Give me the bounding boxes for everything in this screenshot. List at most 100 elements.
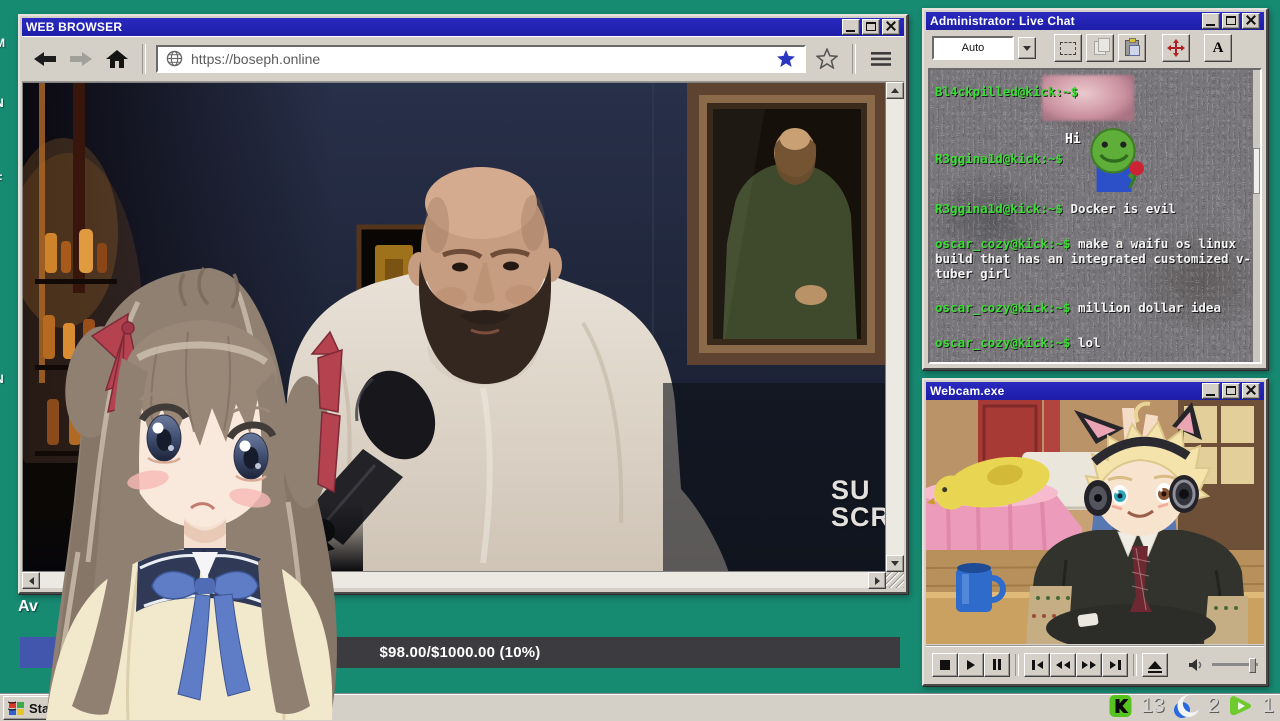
toolbar-separator	[142, 44, 146, 74]
system-tray: 13 2 1	[1108, 691, 1274, 721]
start-button[interactable]: Start	[3, 696, 67, 720]
font-size-dropdown[interactable]: Auto	[932, 36, 1014, 60]
url-text: https://boseph.online	[191, 51, 768, 67]
chat-message: oscar_cozy@kick:~$ lol	[935, 335, 1257, 350]
progress-text: $98.00/$1000.00 (10%)	[380, 644, 541, 661]
font-button[interactable]: A	[1204, 34, 1232, 62]
donation-progress-bar: $98.00/$1000.00 (10%)	[20, 637, 900, 668]
chat-message: oscar_cozy@kick:~$ make a waifu os linux…	[935, 236, 1257, 281]
webcam-titlebar[interactable]: Webcam.exe	[926, 382, 1264, 400]
chat-message: oscar_cozy@kick:~$ million dollar idea	[935, 300, 1257, 315]
horizontal-scrollbar[interactable]	[22, 572, 886, 588]
vtuber-webcam-scene	[926, 400, 1264, 644]
chat-log[interactable]: (`[ \+\yy-{[%,^][)']}[,|. ,.*=.]{{y} "|+…	[928, 68, 1262, 364]
vertical-scrollbar[interactable]	[886, 82, 904, 572]
skip-start-button[interactable]	[1024, 653, 1050, 677]
browser-toolbar: https://boseph.online	[22, 36, 904, 82]
toolbar-separator	[852, 44, 856, 74]
bookmark-star-icon[interactable]	[776, 49, 796, 68]
chat-titlebar[interactable]: Administrator: Live Chat	[926, 12, 1264, 30]
chat-window: Administrator: Live Chat Auto A (`[ \+\y…	[922, 8, 1268, 370]
viewer-count: 1	[1262, 694, 1274, 718]
pause-button[interactable]	[984, 653, 1010, 677]
scroll-up-icon[interactable]	[886, 82, 904, 99]
minimize-icon[interactable]	[1202, 383, 1220, 399]
fast-forward-button[interactable]	[1076, 653, 1102, 677]
controls-separator	[1015, 654, 1019, 676]
viewer-count: 13	[1141, 694, 1164, 718]
minimize-icon[interactable]	[1202, 13, 1220, 29]
play-icon	[967, 660, 975, 670]
globe-icon	[166, 50, 183, 67]
maximize-icon[interactable]	[862, 19, 880, 35]
taskbar: Start 13 2 1	[0, 694, 1280, 721]
moon-icon[interactable]	[1173, 694, 1200, 719]
close-icon[interactable]	[882, 19, 900, 35]
rumble-icon[interactable]	[1227, 694, 1254, 718]
desktop-icon-label-fragment: N	[0, 372, 4, 386]
marquee-select-icon	[1060, 42, 1076, 55]
forward-button[interactable]	[66, 45, 96, 73]
window-resize-grip[interactable]	[886, 572, 904, 588]
hamburger-menu-icon	[869, 50, 893, 68]
webcam-title: Webcam.exe	[930, 384, 1202, 398]
webcam-feed[interactable]	[926, 400, 1264, 644]
windows-logo-icon	[8, 701, 25, 716]
volume-slider[interactable]	[1212, 663, 1258, 666]
media-controls	[926, 646, 1264, 682]
close-icon[interactable]	[1242, 383, 1260, 399]
browser-window: WEB BROWSER https://boseph.online SU SC	[18, 14, 908, 594]
speaker-icon	[1188, 658, 1204, 672]
menu-button[interactable]	[866, 45, 896, 73]
browser-titlebar[interactable]: WEB BROWSER	[22, 18, 904, 36]
maximize-icon[interactable]	[1222, 13, 1240, 29]
select-tool-button[interactable]	[1054, 34, 1082, 62]
desktop-icon-label-fragment: F	[0, 172, 2, 186]
scroll-right-icon[interactable]	[868, 572, 886, 589]
chat-scroll-thumb[interactable]	[1253, 148, 1260, 194]
back-button[interactable]	[30, 45, 60, 73]
rewind-button[interactable]	[1050, 653, 1076, 677]
star-outline-icon	[816, 48, 838, 69]
close-icon[interactable]	[1242, 13, 1260, 29]
eject-button[interactable]	[1142, 653, 1168, 677]
home-icon	[105, 49, 129, 69]
volume-thumb[interactable]	[1249, 658, 1256, 673]
url-field[interactable]: https://boseph.online	[156, 45, 806, 73]
maximize-icon[interactable]	[1222, 383, 1240, 399]
copy-icon	[1094, 41, 1106, 55]
progress-fill	[20, 637, 108, 668]
chat-toolbar: Auto A	[926, 30, 1264, 66]
video-player[interactable]: SU SCRI	[22, 82, 886, 572]
move-arrows-icon	[1167, 39, 1185, 57]
eject-icon	[1148, 661, 1162, 669]
home-button[interactable]	[102, 45, 132, 73]
scroll-left-icon[interactable]	[22, 572, 40, 589]
chat-scrollbar[interactable]	[1253, 70, 1260, 362]
desktop-icon-label-fragment: N	[0, 96, 4, 110]
desktop-icon-label-fragment: M	[0, 36, 5, 50]
paste-button[interactable]	[1118, 34, 1146, 62]
portrait-painting	[687, 83, 886, 365]
back-arrow-icon	[32, 50, 58, 68]
controls-separator	[1133, 654, 1137, 676]
skip-end-button[interactable]	[1102, 653, 1128, 677]
chat-message: R3ggina1d@kick:~$ Docker is evil	[935, 201, 1257, 216]
dropdown-arrow-icon[interactable]	[1018, 37, 1036, 59]
move-button[interactable]	[1162, 34, 1190, 62]
favorites-button[interactable]	[812, 45, 842, 73]
stop-button[interactable]	[932, 653, 958, 677]
kick-icon[interactable]	[1108, 694, 1133, 718]
scroll-down-icon[interactable]	[886, 555, 904, 572]
play-button[interactable]	[958, 653, 984, 677]
viewer-count: 2	[1208, 694, 1220, 718]
browser-title: WEB BROWSER	[26, 20, 842, 34]
volume-button[interactable]	[1184, 654, 1208, 676]
copy-button[interactable]	[1086, 34, 1114, 62]
chat-title: Administrator: Live Chat	[930, 14, 1202, 28]
forward-arrow-icon	[68, 50, 94, 68]
podcast-video-frame	[23, 83, 886, 572]
paste-icon	[1125, 40, 1139, 56]
minimize-icon[interactable]	[842, 19, 860, 35]
start-label: Start	[29, 701, 59, 716]
